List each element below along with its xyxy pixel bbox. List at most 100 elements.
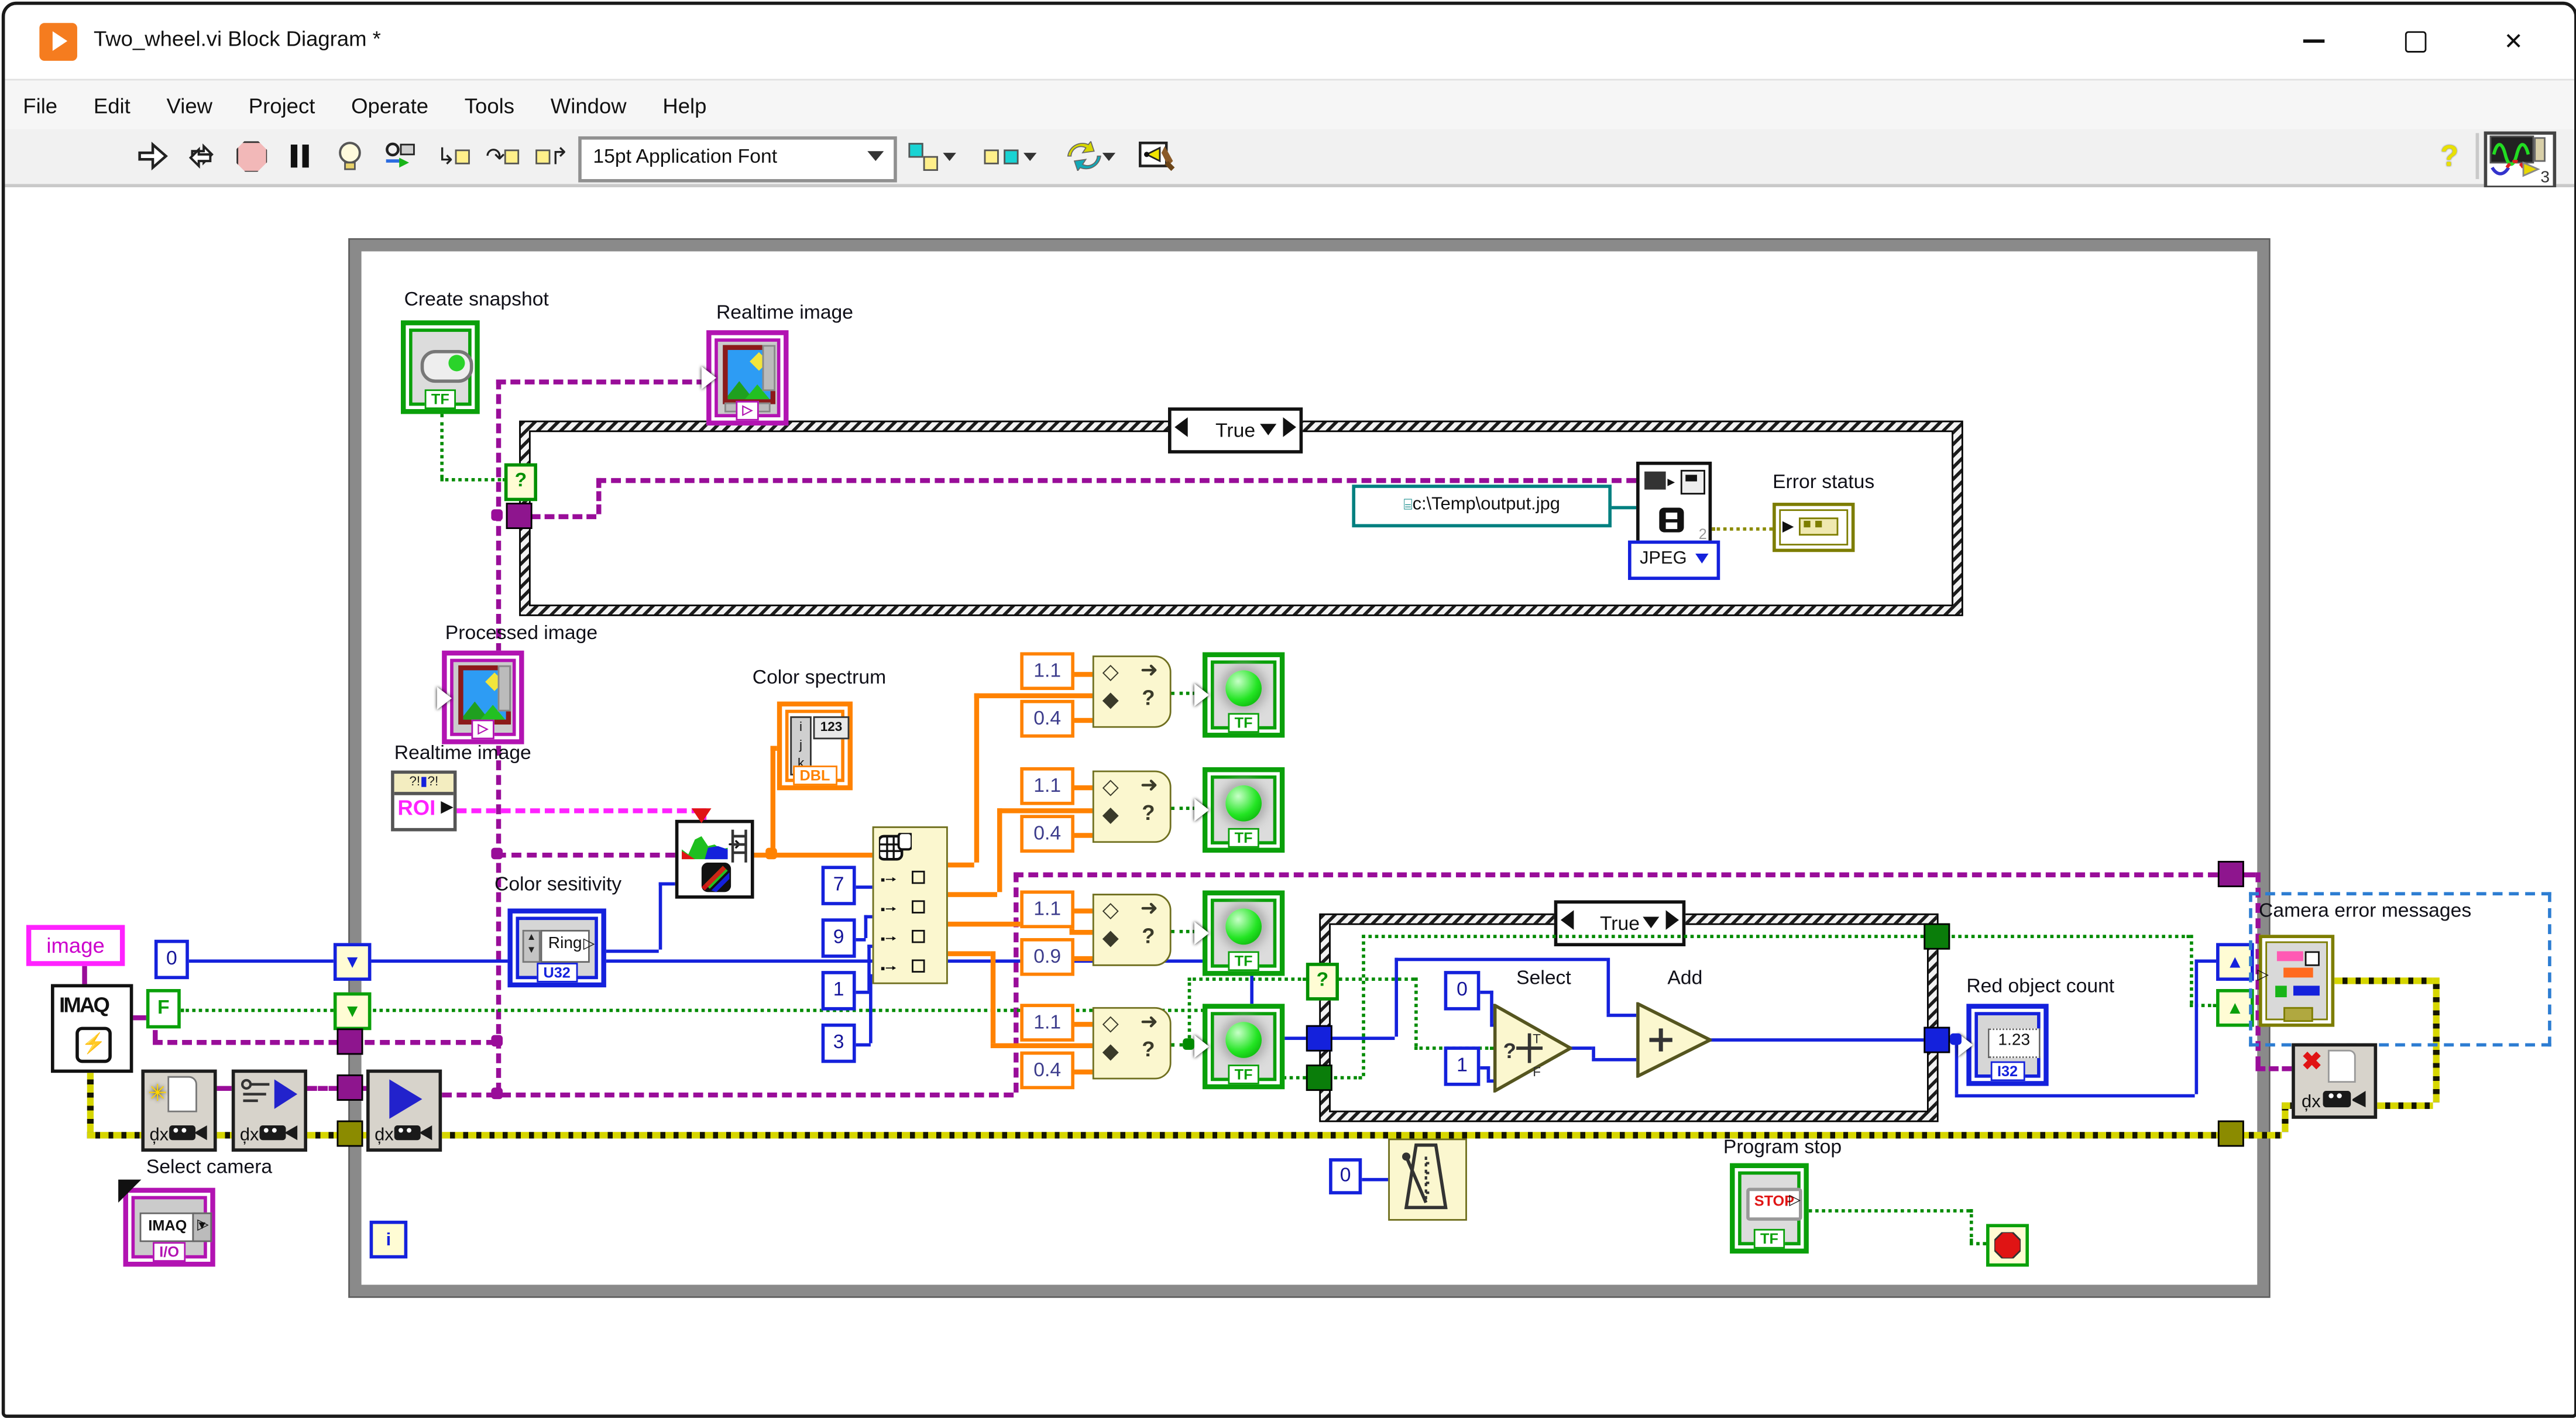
plane-constant-4[interactable]: 3 xyxy=(822,1024,856,1063)
shift-register-left-flag[interactable]: ▼ xyxy=(334,993,372,1031)
select-true-constant[interactable]: 0 xyxy=(1444,971,1481,1010)
program-stop-button[interactable]: STOP ▷ TF xyxy=(1730,1163,1809,1254)
tunnel-image-in[interactable] xyxy=(336,1028,363,1055)
imaq-create-node[interactable]: IMAQ ⚡ xyxy=(51,984,133,1073)
wait-ms-node[interactable] xyxy=(1388,1138,1467,1220)
imaqdx-grab-node[interactable]: d̦x xyxy=(366,1070,442,1152)
threshold-lower-1[interactable]: 0.4 xyxy=(1020,700,1074,738)
close-button[interactable]: ✕ xyxy=(2489,21,2538,60)
minimize-button[interactable] xyxy=(2289,21,2338,60)
case-tunnel-count-out[interactable] xyxy=(1924,1027,1950,1053)
chevron-down-icon[interactable] xyxy=(1643,916,1659,928)
shift-register-left-count[interactable]: ▼ xyxy=(334,943,372,981)
iteration-terminal[interactable]: i xyxy=(370,1221,408,1259)
color-sensitivity-ring[interactable]: ▲▼ Ring ▷ U32 xyxy=(507,908,606,987)
case-prev-icon[interactable] xyxy=(1174,417,1187,437)
error-status-indicator[interactable]: ▶ xyxy=(1773,503,1854,552)
threshold-upper-2[interactable]: 1.1 xyxy=(1020,767,1074,805)
case-next-icon[interactable] xyxy=(1666,910,1679,930)
run-continuous-icon[interactable] xyxy=(183,138,222,174)
menu-file[interactable]: File xyxy=(5,93,75,118)
reorder-objects-icon[interactable] xyxy=(1063,138,1118,174)
chevron-down-icon[interactable] xyxy=(1260,424,1276,435)
image-name-constant[interactable]: image xyxy=(26,925,125,966)
add-node[interactable] xyxy=(1636,1002,1712,1086)
tunnel-error-in[interactable] xyxy=(336,1121,363,1147)
case-selector-tunnel-save[interactable]: ? xyxy=(504,463,537,502)
tunnel-image-out[interactable] xyxy=(2218,861,2244,887)
roi-property-node[interactable]: ?!▮?! ROI ▶ xyxy=(391,771,456,832)
context-help-icon[interactable]: ? xyxy=(2433,138,2466,174)
distribute-objects-icon[interactable] xyxy=(984,138,1037,174)
flag-init-constant[interactable]: F xyxy=(146,989,181,1028)
menu-operate[interactable]: Operate xyxy=(333,93,446,118)
in-range-node-4[interactable]: ◇◆➜? xyxy=(1093,1007,1172,1080)
in-range-node-1[interactable]: ◇◆➜? xyxy=(1093,655,1172,728)
title-bar[interactable]: Two_wheel.vi Block Diagram * ✕ xyxy=(5,5,2574,78)
loop-condition-terminal[interactable] xyxy=(1986,1224,2029,1266)
plane-constant-3[interactable]: 1 xyxy=(822,971,856,1010)
abort-icon[interactable] xyxy=(233,138,270,174)
count-init-constant[interactable]: 0 xyxy=(154,940,189,979)
step-into-icon[interactable]: ↳ xyxy=(432,138,475,174)
imaqdx-open-camera-node[interactable]: ✳ d̦x xyxy=(141,1070,217,1152)
font-selector[interactable]: 15pt Application Font xyxy=(578,136,897,183)
processed-image-indicator[interactable]: ▷ xyxy=(442,651,524,744)
run-icon[interactable] xyxy=(133,138,172,174)
color-spectrum-indicator[interactable]: ijk 123 DBL xyxy=(777,702,853,791)
maximize-button[interactable] xyxy=(2390,21,2440,60)
threshold-upper-4[interactable]: 1.1 xyxy=(1020,1004,1074,1042)
threshold-lower-4[interactable]: 0.4 xyxy=(1020,1052,1074,1090)
cleanup-diagram-icon[interactable] xyxy=(1135,138,1181,174)
index-array-node[interactable]: ▪🠖 ▪🠖 ▪🠖 ▪🠖 xyxy=(873,826,948,984)
threshold-lower-3[interactable]: 0.9 xyxy=(1020,938,1074,976)
case-tunnel-count-in[interactable] xyxy=(1306,1025,1332,1052)
camera-error-indicator[interactable]: ▷ xyxy=(2259,935,2334,1026)
path-constant[interactable]: ⌸c:\Temp\output.jpg xyxy=(1352,485,1612,527)
menu-view[interactable]: View xyxy=(149,93,231,118)
align-objects-icon[interactable] xyxy=(905,138,958,174)
wait-ms-constant[interactable]: 0 xyxy=(1329,1158,1362,1194)
case-tunnel-flag-out[interactable] xyxy=(1924,923,1950,950)
highlight-execution-icon[interactable] xyxy=(332,138,368,174)
color-histogram-node[interactable]: ➜ xyxy=(675,820,754,899)
plane-constant-1[interactable]: 7 xyxy=(822,866,856,905)
menu-help[interactable]: Help xyxy=(645,93,725,118)
in-range-node-2[interactable]: ◇◆➜? xyxy=(1093,771,1172,843)
vi-icon[interactable]: 3 xyxy=(2484,132,2557,189)
select-camera-control[interactable]: IMAQ ▼ ▷ I/O xyxy=(123,1188,215,1267)
case-tunnel-image[interactable] xyxy=(506,503,533,529)
jpeg-format-ring[interactable]: JPEG xyxy=(1628,541,1720,580)
imaqdx-close-camera-node[interactable]: ✖ d̦x xyxy=(2292,1043,2377,1119)
menu-edit[interactable]: Edit xyxy=(75,93,149,118)
realtime-image-indicator[interactable]: ▷ xyxy=(706,330,788,425)
case-selector-tunnel-count[interactable]: ? xyxy=(1306,963,1339,1001)
pause-icon[interactable] xyxy=(283,138,315,174)
imaq-write-file-node[interactable]: ▸ 2 xyxy=(1636,462,1712,547)
shift-register-right-flag[interactable]: ▲ xyxy=(2216,989,2254,1027)
threshold-upper-3[interactable]: 1.1 xyxy=(1020,891,1074,929)
step-over-icon[interactable]: ↷ xyxy=(482,138,524,174)
case-next-icon[interactable] xyxy=(1283,417,1296,437)
tunnel-error-out[interactable] xyxy=(2218,1121,2244,1147)
menu-tools[interactable]: Tools xyxy=(446,93,533,118)
shift-register-right-count[interactable]: ▲ xyxy=(2216,943,2254,981)
threshold-lower-2[interactable]: 0.4 xyxy=(1020,815,1074,853)
case-tunnel-flag-in[interactable] xyxy=(1306,1065,1332,1091)
case-selector-save[interactable]: True xyxy=(1168,407,1303,454)
in-range-node-3[interactable]: ◇◆➜? xyxy=(1093,894,1172,966)
retain-wire-values-icon[interactable] xyxy=(379,138,422,174)
led-indicator-3[interactable]: TF xyxy=(1203,891,1284,976)
threshold-upper-1[interactable]: 1.1 xyxy=(1020,652,1074,690)
menu-project[interactable]: Project xyxy=(231,93,333,118)
tunnel-session-in[interactable] xyxy=(336,1074,363,1101)
case-selector-count[interactable]: True xyxy=(1554,900,1686,946)
menu-window[interactable]: Window xyxy=(533,93,645,118)
red-object-count-indicator[interactable]: 1.23 I32 xyxy=(1966,1004,2048,1086)
step-out-icon[interactable]: ↱ xyxy=(531,138,573,174)
led-indicator-4[interactable]: TF xyxy=(1203,1004,1284,1089)
led-indicator-2[interactable]: TF xyxy=(1203,767,1284,853)
led-indicator-1[interactable]: TF xyxy=(1203,652,1284,737)
imaqdx-configure-grab-node[interactable]: d̦x xyxy=(232,1070,307,1152)
create-snapshot-button[interactable]: TF xyxy=(401,320,480,414)
